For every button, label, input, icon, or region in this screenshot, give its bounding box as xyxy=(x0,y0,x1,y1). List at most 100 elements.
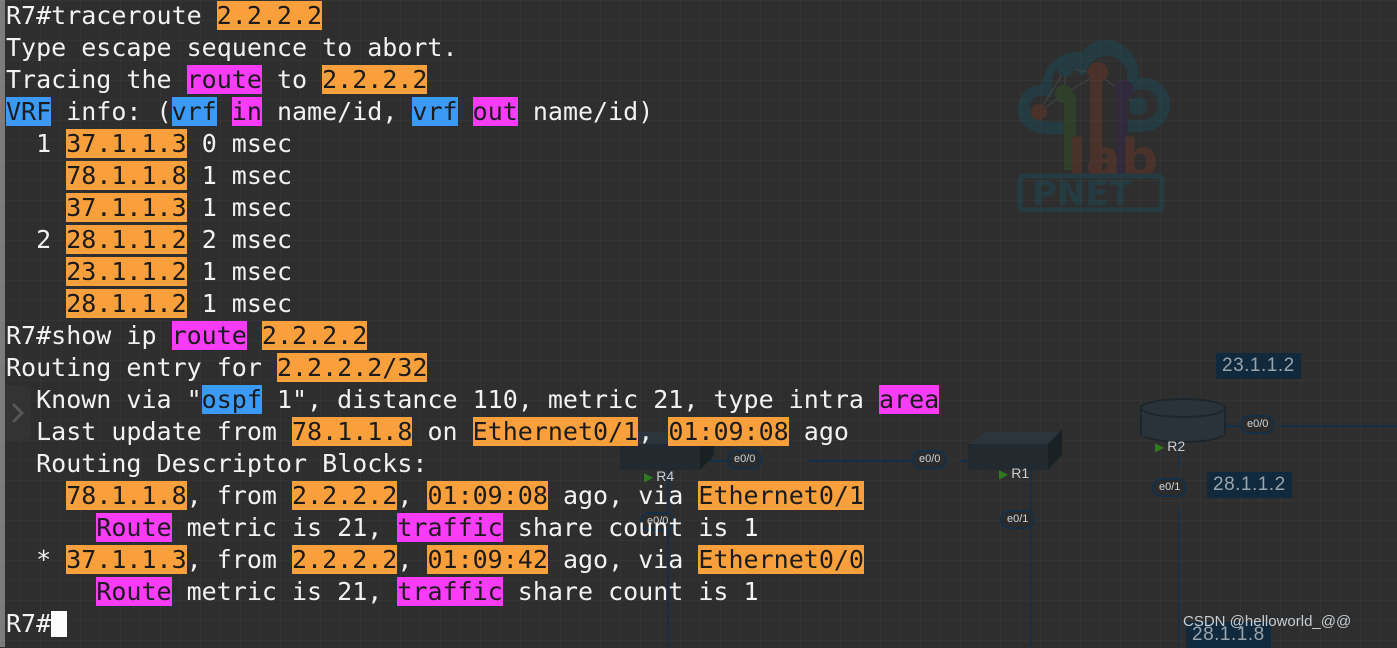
line-block-2-path-seg-3: 2.2.2.2 xyxy=(292,545,398,574)
line-block-2-metric-seg-3: traffic xyxy=(397,577,503,606)
line-show-ip-route-cmd-seg-1: route xyxy=(171,321,247,350)
line-routing-entry-seg-1: 2.2.2.2/32 xyxy=(276,353,428,382)
line-vrf-info-seg-8: out xyxy=(472,97,518,126)
line-vrf-info: VRF info: (vrf in name/id, vrf out name/… xyxy=(6,96,1120,128)
line-block-2-metric-seg-1: Route xyxy=(96,577,172,606)
csdn-watermark: CSDN @helloworld_@@ xyxy=(1183,613,1352,630)
line-hop-1-a-seg-0: 1 xyxy=(6,129,67,158)
line-prompt-seg-0: R7# xyxy=(6,609,52,638)
line-block-1-path-seg-0 xyxy=(6,481,66,510)
line-vrf-info-seg-0: VRF xyxy=(6,97,52,126)
line-last-update-seg-2: on xyxy=(412,417,473,446)
line-vrf-info-seg-2: vrf xyxy=(171,97,217,126)
line-block-1-metric-seg-1: Route xyxy=(96,513,172,542)
line-routing-entry: Routing entry for 2.2.2.2/32 xyxy=(6,352,1120,384)
line-hop-2-c-seg-1: 28.1.1.2 xyxy=(66,289,187,318)
line-block-2-path-seg-6: ago, via xyxy=(547,545,699,574)
line-hop-2-a-seg-2: 2 msec xyxy=(186,225,292,254)
line-block-2-path-seg-2: , from xyxy=(186,545,292,574)
line-known-via-seg-0: Known via " xyxy=(6,385,202,414)
line-last-update-seg-3: Ethernet0/1 xyxy=(472,417,639,446)
line-hop-1-c-seg-1: 37.1.1.3 xyxy=(66,193,187,222)
terminal-output[interactable]: R7#traceroute 2.2.2.2 Type escape sequenc… xyxy=(0,0,1120,640)
line-block-1-path-seg-3: 2.2.2.2 xyxy=(292,481,398,510)
line-hop-2-b-seg-0 xyxy=(6,257,66,286)
line-prompt: R7# xyxy=(6,608,1120,640)
line-hop-2-b-seg-2: 1 msec xyxy=(186,257,292,286)
line-tracing-route-seg-2: to xyxy=(261,65,323,94)
iface-r2-e0-0[interactable]: e0/0 xyxy=(1240,415,1276,434)
line-block-2-path-seg-7: Ethernet0/0 xyxy=(698,545,864,574)
line-hop-2-a-seg-1: 28.1.1.2 xyxy=(66,225,187,254)
line-block-2-metric-seg-2: metric is 21, xyxy=(171,577,398,606)
line-hop-1-b-seg-2: 1 msec xyxy=(186,161,292,190)
node-r2-top xyxy=(1140,398,1226,418)
line-block-1-metric: Route metric is 21, traffic share count … xyxy=(6,512,1120,544)
line-traceroute-cmd: R7#traceroute 2.2.2.2 xyxy=(6,0,1120,32)
line-vrf-info-seg-1: info: ( xyxy=(51,97,172,126)
line-hop-2-c-seg-0 xyxy=(6,289,66,318)
line-hop-1-b-seg-1: 78.1.1.8 xyxy=(66,161,187,190)
line-last-update-seg-1: 78.1.1.8 xyxy=(291,417,413,446)
line-block-1-path: 78.1.1.8, from 2.2.2.2, 01:09:08 ago, vi… xyxy=(6,480,1120,512)
line-block-2-path-seg-4: , xyxy=(397,545,428,574)
line-block-1-path-seg-1: 78.1.1.8 xyxy=(66,481,187,510)
mesh-node-6 xyxy=(1129,97,1147,115)
line-hop-1-c-seg-0 xyxy=(6,193,66,222)
line-traceroute-cmd-seg-0: R7#traceroute xyxy=(6,1,217,30)
play-triangle-icon: ▶ xyxy=(1155,440,1165,454)
line-known-via-seg-1: ospf xyxy=(201,385,262,414)
line-last-update-seg-5: 01:09:08 xyxy=(668,417,789,446)
ip-tag-23-1-1-2: 23.1.1.2 xyxy=(1216,353,1301,379)
line-block-1-path-seg-2: , from xyxy=(186,481,292,510)
line-routing-entry-seg-0: Routing entry for xyxy=(6,353,277,382)
line-tracing-route: Tracing the route to 2.2.2.2 xyxy=(6,64,1120,96)
line-vrf-info-seg-9: name/id) xyxy=(517,97,654,126)
line-block-2-metric-seg-4: share count is 1 xyxy=(502,577,759,606)
line-show-ip-route-cmd-seg-0: R7#show ip xyxy=(6,321,172,350)
line-hop-1-a-seg-2: 0 msec xyxy=(186,129,292,158)
line-hop-1-b-seg-0 xyxy=(6,161,66,190)
line-hop-1-b: 78.1.1.8 1 msec xyxy=(6,160,1120,192)
line-escape-seq: Type escape sequence to abort. xyxy=(6,32,1120,64)
line-hop-2-c: 28.1.1.2 1 msec xyxy=(6,288,1120,320)
node-label-r2: ▶ R2 xyxy=(1155,438,1185,454)
line-hop-2-b-seg-1: 23.1.1.2 xyxy=(66,257,187,286)
line-hop-1-c-seg-2: 1 msec xyxy=(186,193,292,222)
line-vrf-info-seg-4: in xyxy=(231,97,262,126)
line-show-ip-route-cmd-seg-3: 2.2.2.2 xyxy=(261,321,368,350)
line-last-update: Last update from 78.1.1.8 on Ethernet0/1… xyxy=(6,416,1120,448)
line-tracing-route-seg-0: Tracing the xyxy=(6,65,187,94)
link-r2-right xyxy=(1281,425,1397,427)
line-block-1-path-seg-5: 01:09:08 xyxy=(427,481,548,510)
line-tracing-route-seg-3: 2.2.2.2 xyxy=(322,65,428,94)
line-hop-1-a-seg-1: 37.1.1.3 xyxy=(66,129,187,158)
line-hop-1-a: 1 37.1.1.3 0 msec xyxy=(6,128,1120,160)
line-hop-2-a: 2 28.1.1.2 2 msec xyxy=(6,224,1120,256)
line-vrf-info-seg-3 xyxy=(217,97,232,126)
line-block-1-metric-seg-4: share count is 1 xyxy=(502,513,759,542)
line-hop-2-a-seg-0: 2 xyxy=(6,225,67,254)
line-tracing-route-seg-1: route xyxy=(186,65,262,94)
line-vrf-info-seg-6: vrf xyxy=(412,97,458,126)
line-escape-seq-seg-0: Type escape sequence to abort. xyxy=(6,33,458,62)
node-label-r2-text: R2 xyxy=(1167,438,1186,454)
line-known-via: Known via "ospf 1", distance 110, metric… xyxy=(6,384,1120,416)
iface-r2-e0-1[interactable]: e0/1 xyxy=(1152,478,1188,497)
line-block-1-metric-seg-2: metric is 21, xyxy=(171,513,398,542)
line-known-via-seg-2: 1", distance 110, metric 21, type intra xyxy=(261,385,879,414)
terminal-cursor xyxy=(51,611,68,637)
line-block-2-path: * 37.1.1.3, from 2.2.2.2, 01:09:42 ago, … xyxy=(6,544,1120,576)
line-block-1-path-seg-7: Ethernet0/1 xyxy=(698,481,864,510)
line-hop-2-b: 23.1.1.2 1 msec xyxy=(6,256,1120,288)
line-block-1-path-seg-4: , xyxy=(397,481,428,510)
line-block-2-metric: Route metric is 21, traffic share count … xyxy=(6,576,1120,608)
line-vrf-info-seg-5: name/id, xyxy=(261,97,413,126)
link-r2-down-lower xyxy=(1178,508,1180,647)
line-block-2-path-seg-1: 37.1.1.3 xyxy=(66,545,187,574)
line-block-2-path-seg-5: 01:09:42 xyxy=(427,545,548,574)
line-known-via-seg-3: area xyxy=(879,385,940,414)
line-descriptor-blocks: Routing Descriptor Blocks: xyxy=(6,448,1120,480)
line-descriptor-blocks-seg-0: Routing Descriptor Blocks: xyxy=(6,449,428,478)
line-last-update-seg-4: , xyxy=(638,417,669,446)
